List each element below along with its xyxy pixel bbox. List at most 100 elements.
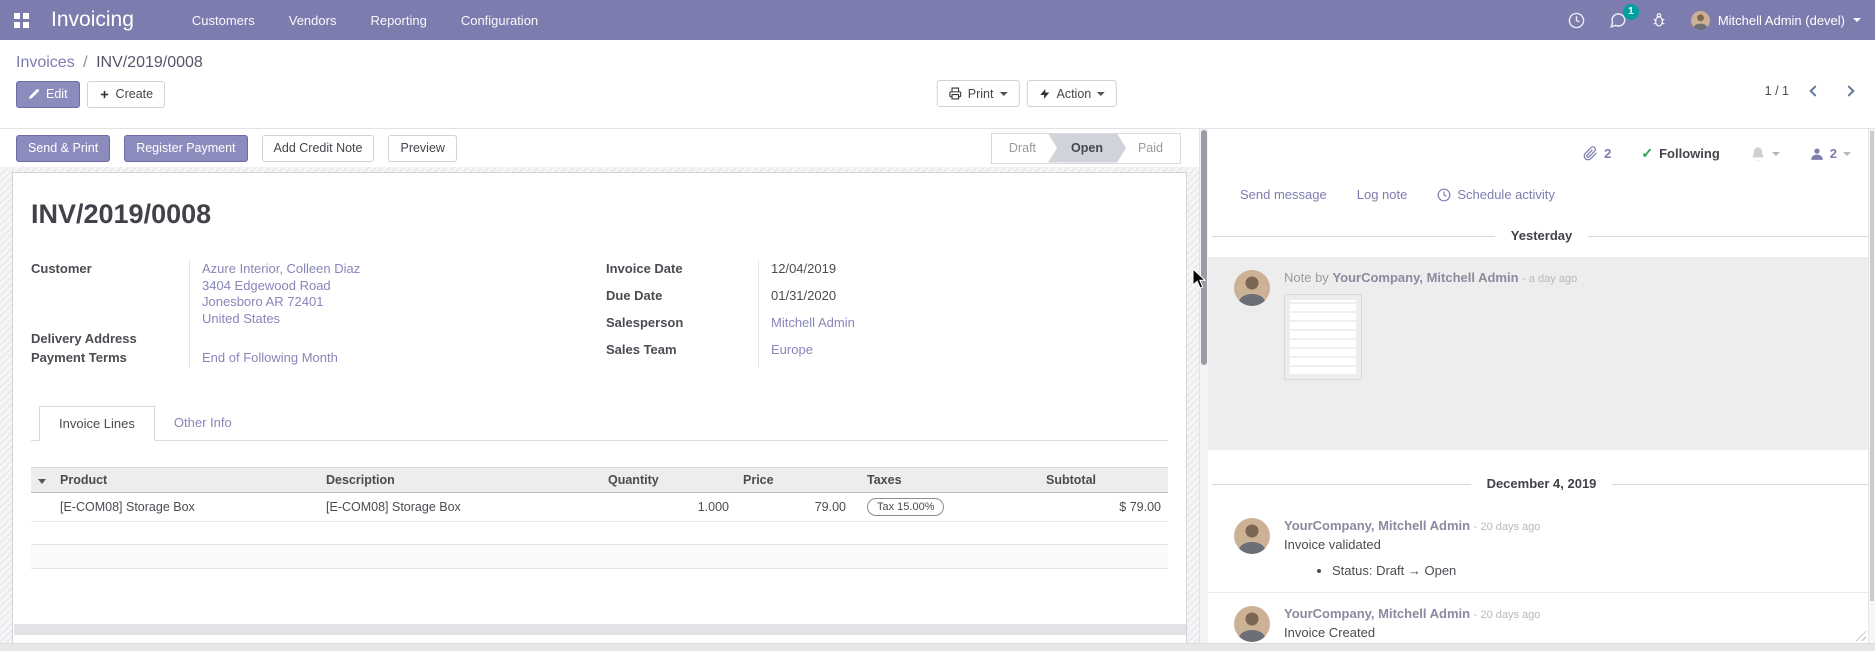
nav-menu-reporting[interactable]: Reporting xyxy=(370,13,426,28)
plus-icon xyxy=(99,89,110,100)
invoice-date-value: 12/04/2019 xyxy=(758,260,1126,287)
send-message-button[interactable]: Send message xyxy=(1240,187,1327,202)
apps-menu-icon[interactable] xyxy=(14,13,29,28)
message-author[interactable]: YourCompany, Mitchell Admin xyxy=(1332,270,1518,285)
chevron-down-icon xyxy=(999,92,1007,96)
activities-clock-icon[interactable] xyxy=(1568,12,1585,29)
scrollbar-thumb[interactable] xyxy=(1870,131,1874,601)
header-subtotal: Subtotal xyxy=(1039,468,1168,493)
add-credit-note-button[interactable]: Add Credit Note xyxy=(262,135,375,162)
chevron-down-icon xyxy=(1097,92,1105,96)
cell-price: 79.00 xyxy=(736,493,853,522)
customer-city[interactable]: Jonesboro AR 72401 xyxy=(202,294,606,311)
invoice-line-row[interactable]: [E-COM08] Storage Box [E-COM08] Storage … xyxy=(31,493,1168,522)
status-draft[interactable]: Draft xyxy=(992,134,1053,163)
message-author[interactable]: YourCompany, Mitchell Admin xyxy=(1284,606,1470,621)
check-icon: ✓ xyxy=(1641,145,1653,162)
cell-description: [E-COM08] Storage Box xyxy=(319,493,601,522)
salesperson-value[interactable]: Mitchell Admin xyxy=(771,315,855,330)
register-payment-button[interactable]: Register Payment xyxy=(124,135,247,162)
chatter-vertical-scrollbar[interactable] xyxy=(1868,129,1875,651)
breadcrumb-invoices[interactable]: Invoices xyxy=(16,54,75,71)
print-button[interactable]: Print xyxy=(937,80,1020,107)
attachments-count: 2 xyxy=(1604,146,1611,161)
printer-icon xyxy=(949,87,962,100)
following-button[interactable]: ✓ Following xyxy=(1641,145,1719,162)
message-author[interactable]: YourCompany, Mitchell Admin xyxy=(1284,518,1470,533)
payment-terms-label: Payment Terms xyxy=(31,349,189,368)
nav-menu-customers[interactable]: Customers xyxy=(192,13,255,28)
nav-menu-vendors[interactable]: Vendors xyxy=(289,13,337,28)
table-header-row: Product Description Quantity Price Taxes… xyxy=(31,468,1168,493)
followers-button[interactable]: 2 xyxy=(1810,146,1851,161)
form-vertical-scrollbar[interactable] xyxy=(1199,129,1208,651)
invoice-lines-table: Product Description Quantity Price Taxes… xyxy=(31,467,1168,522)
list-optional-columns-icon[interactable] xyxy=(38,479,46,484)
preview-button[interactable]: Preview xyxy=(388,135,456,162)
fields-left-group: Customer Azure Interior, Colleen Diaz 34… xyxy=(31,260,606,368)
bolt-icon xyxy=(1038,88,1050,100)
salesperson-label: Salesperson xyxy=(606,314,758,341)
status-paid[interactable]: Paid xyxy=(1121,134,1180,163)
header-quantity: Quantity xyxy=(601,468,736,493)
nav-menu-configuration[interactable]: Configuration xyxy=(461,13,538,28)
attachment-thumbnail[interactable] xyxy=(1284,294,1362,380)
customer-value: Azure Interior, Colleen Diaz 3404 Edgewo… xyxy=(189,260,606,330)
attachments-button[interactable]: 2 xyxy=(1583,146,1611,161)
page-horizontal-scrollbar[interactable] xyxy=(0,643,1875,651)
customer-name-link[interactable]: Azure Interior, Colleen Diaz xyxy=(202,261,606,278)
send-print-button[interactable]: Send & Print xyxy=(16,135,110,162)
sheet-horizontal-scrollbar[interactable] xyxy=(14,624,1186,635)
control-buttons-row: Edit Create Print Action 1 / 1 xyxy=(16,80,1859,108)
scrollbar-thumb[interactable] xyxy=(1201,130,1207,365)
log-note-button[interactable]: Log note xyxy=(1357,187,1408,202)
user-name: Mitchell Admin (devel) xyxy=(1718,13,1845,28)
statusbar: Send & Print Register Payment Add Credit… xyxy=(0,129,1199,167)
tab-invoice-lines[interactable]: Invoice Lines xyxy=(39,406,155,441)
create-button[interactable]: Create xyxy=(87,81,166,108)
pager-previous-icon[interactable] xyxy=(1809,85,1820,96)
cell-quantity: 1.000 xyxy=(601,493,736,522)
pager-count: 1 / 1 xyxy=(1765,84,1789,98)
action-button[interactable]: Action xyxy=(1026,80,1117,107)
edit-button[interactable]: Edit xyxy=(16,81,80,108)
person-icon xyxy=(1810,147,1824,161)
messages-badge: 1 xyxy=(1623,4,1639,20)
status-pipeline: Draft Open Paid xyxy=(991,133,1181,164)
sales-team-value[interactable]: Europe xyxy=(771,342,813,357)
form-view: Send & Print Register Payment Add Credit… xyxy=(0,129,1199,651)
breadcrumb: Invoices / INV/2019/0008 xyxy=(16,40,1859,72)
message-avatar xyxy=(1234,518,1270,554)
tab-other-info[interactable]: Other Info xyxy=(155,406,251,440)
pager: 1 / 1 xyxy=(1765,84,1853,98)
invoice-date-label: Invoice Date xyxy=(606,260,758,287)
payment-terms-value[interactable]: End of Following Month xyxy=(202,350,338,365)
header-description: Description xyxy=(319,468,601,493)
message-body: Invoice validated xyxy=(1284,537,1540,552)
schedule-activity-button[interactable]: Schedule activity xyxy=(1437,187,1555,202)
date-divider-dec4: December 4, 2019 xyxy=(1212,476,1871,491)
pager-next-icon[interactable] xyxy=(1843,85,1854,96)
print-action-group: Print Action xyxy=(937,80,1117,107)
invoice-number-title: INV/2019/0008 xyxy=(31,199,1168,230)
messages-icon[interactable]: 1 xyxy=(1609,11,1627,29)
debug-bug-icon[interactable] xyxy=(1651,12,1667,28)
header-product: Product xyxy=(53,468,319,493)
customer-country[interactable]: United States xyxy=(202,311,606,328)
subscription-bell-button[interactable] xyxy=(1750,146,1780,162)
customer-label: Customer xyxy=(31,260,189,330)
date-divider-yesterday: Yesterday xyxy=(1212,228,1871,243)
control-panel: Invoices / INV/2019/0008 Edit Create Pri… xyxy=(0,40,1875,128)
status-open[interactable]: Open xyxy=(1048,134,1126,163)
top-navbar: Invoicing Customers Vendors Reporting Co… xyxy=(0,0,1875,40)
message-time: - 20 days ago xyxy=(1474,521,1541,533)
customer-street[interactable]: 3404 Edgewood Road xyxy=(202,278,606,295)
message-time: - a day ago xyxy=(1522,273,1577,285)
delivery-address-label: Delivery Address xyxy=(31,330,189,349)
message-body: Invoice Created xyxy=(1284,625,1540,640)
user-menu[interactable]: Mitchell Admin (devel) xyxy=(1691,11,1861,30)
nav-menus: Customers Vendors Reporting Configuratio… xyxy=(192,13,538,28)
breadcrumb-separator: / xyxy=(79,54,91,71)
empty-table-stripe xyxy=(31,544,1168,569)
app-title[interactable]: Invoicing xyxy=(51,8,134,32)
